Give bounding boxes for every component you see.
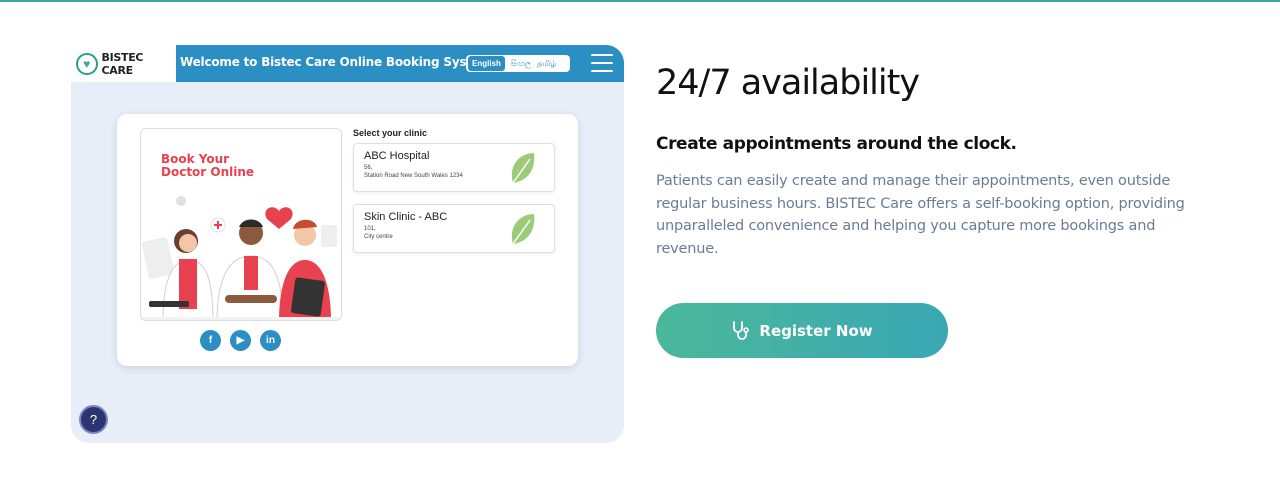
language-switcher[interactable]: English සිංහල தமிழ் — [466, 55, 570, 72]
preview-logo-text: BISTEC CARE — [101, 50, 144, 77]
booking-system-preview: ♥ BISTEC CARE Welcome to Bistec Care Onl… — [71, 45, 624, 443]
facebook-icon[interactable]: f — [200, 330, 221, 351]
lang-option-english[interactable]: English — [468, 56, 505, 71]
feature-subtitle: Create appointments around the clock. — [656, 134, 1017, 154]
preview-logo: ♥ BISTEC CARE — [71, 45, 176, 82]
preview-header-title: Welcome to Bistec Care Online Booking Sy… — [180, 55, 493, 69]
lang-option-tamil[interactable]: தமிழ் — [537, 59, 557, 69]
feature-description: Patients can easily create and manage th… — [656, 173, 1185, 257]
preview-header: ♥ BISTEC CARE Welcome to Bistec Care Onl… — [71, 45, 624, 82]
linkedin-icon[interactable]: in — [260, 330, 281, 351]
clinic-address-line2: City centre — [364, 234, 393, 240]
preview-card: Book Your Doctor Online f ▶ in Select yo… — [117, 114, 578, 366]
social-links: f ▶ in — [200, 330, 281, 351]
youtube-icon[interactable]: ▶ — [230, 330, 251, 351]
clinic-address-line2: Station Road New South Wales 1234 — [364, 173, 463, 179]
stethoscope-icon — [733, 320, 750, 340]
clinic-option-abc-hospital[interactable]: ABC Hospital 56, Station Road New South … — [353, 143, 555, 192]
lang-option-sinhala[interactable]: සිංහල — [511, 59, 531, 69]
feature-title: 24/7 availability — [656, 63, 920, 103]
top-accent-line — [0, 0, 1280, 2]
clinic-address-line1: 101, — [364, 226, 376, 232]
clinic-option-skin-clinic[interactable]: Skin Clinic - ABC 101, City centre — [353, 204, 555, 253]
clinic-name: Skin Clinic - ABC — [364, 211, 448, 223]
heart-logo-icon: ♥ — [76, 52, 98, 75]
register-now-label: Register Now — [759, 321, 873, 340]
promo-illustration: Book Your Doctor Online — [140, 128, 342, 321]
leaf-icon — [511, 153, 535, 184]
register-now-button[interactable]: Register Now — [656, 303, 948, 358]
help-icon[interactable]: ? — [79, 405, 108, 434]
clinic-address-line1: 56, — [364, 165, 373, 171]
doctors-illustration-icon — [141, 196, 341, 320]
clinic-name: ABC Hospital — [364, 150, 430, 162]
select-clinic-label: Select your clinic — [353, 128, 428, 138]
leaf-icon — [511, 214, 535, 245]
menu-icon[interactable] — [591, 54, 613, 72]
